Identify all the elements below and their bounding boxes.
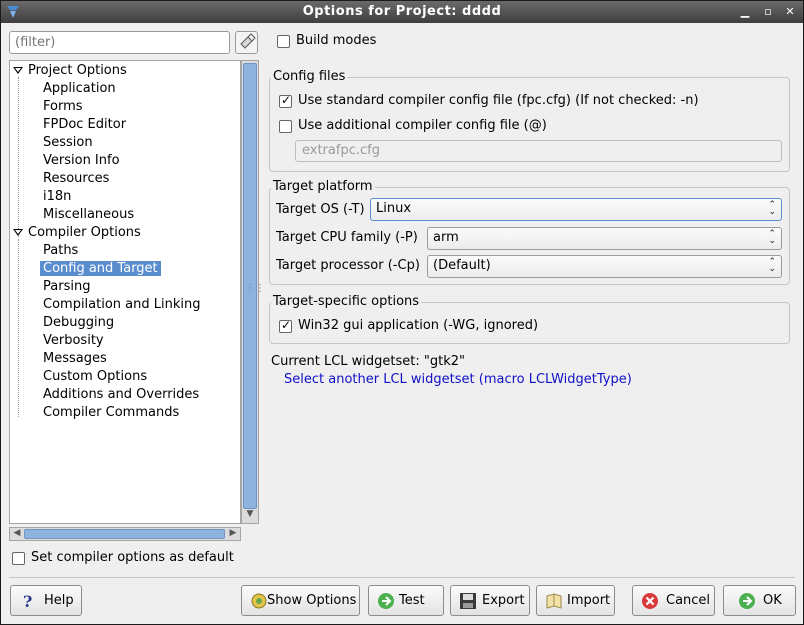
current-widgetset-label: Current LCL widgetset: "gtk2" [271, 354, 465, 369]
tree-item-config-and-target[interactable]: Config and Target [40, 260, 161, 277]
test-button[interactable]: Test [368, 585, 444, 616]
tree-item-resources[interactable]: Resources [43, 170, 109, 187]
target-processor-label: Target processor (-Cp) [276, 258, 420, 273]
options-tree[interactable]: Project Options Application Forms FPDoc … [9, 60, 241, 524]
scroll-left-arrow-icon[interactable]: ◀ [10, 527, 24, 541]
show-options-label: Show Options [267, 593, 357, 608]
svg-text:?: ? [23, 592, 32, 610]
cancel-icon [642, 593, 658, 609]
tree-item-verbosity[interactable]: Verbosity [43, 332, 104, 349]
title-bar: Options for Project: dddd ▁ ▫ ✕ [1, 1, 803, 23]
target-cpu-label: Target CPU family (-P) [276, 230, 418, 245]
tree-item-parsing[interactable]: Parsing [43, 278, 90, 295]
target-specific-title: Target-specific options [271, 294, 422, 309]
tree-item-messages[interactable]: Messages [43, 350, 107, 367]
cancel-button-label: Cancel [666, 593, 711, 608]
gear-icon [251, 593, 267, 609]
tree-group-compiler-options[interactable]: Compiler Options [28, 224, 141, 241]
set-default-label: Set compiler options as default [31, 550, 234, 565]
ok-button-label: OK [763, 593, 782, 608]
maximize-icon[interactable]: ▫ [760, 4, 776, 20]
splitter-grip-icon[interactable]: ⋮⋮ [245, 283, 265, 299]
use-standard-config-checkbox[interactable] [279, 93, 292, 108]
expanded-triangle-icon[interactable] [13, 67, 23, 74]
target-os-select[interactable]: Linux ⌃ ⌄ [370, 198, 782, 221]
select-widgetset-link[interactable]: Select another LCL widgetset (macro LCLW… [284, 372, 632, 387]
tree-item-custom-options[interactable]: Custom Options [43, 368, 147, 385]
filter-input[interactable] [9, 31, 230, 54]
help-button-label: Help [44, 593, 74, 608]
target-os-label: Target OS (-T) [276, 202, 365, 217]
expanded-triangle-icon[interactable] [13, 229, 23, 236]
minimize-icon[interactable]: ▁ [737, 4, 753, 20]
arrow-right-icon [378, 593, 394, 609]
config-files-title: Config files [271, 69, 348, 84]
arrow-right-icon [739, 593, 755, 609]
scroll-right-arrow-icon[interactable]: ▶ [226, 527, 240, 541]
tree-item-i18n[interactable]: i18n [43, 188, 71, 205]
options-dialog: Options for Project: dddd ▁ ▫ ✕ Project … [0, 0, 804, 625]
tree-item-fpdoc-editor[interactable]: FPDoc Editor [43, 116, 126, 133]
ok-button[interactable]: OK [723, 585, 796, 616]
export-button[interactable]: Export [450, 585, 530, 616]
updown-arrows-icon: ⌃ ⌄ [768, 200, 776, 217]
tree-item-session[interactable]: Session [43, 134, 93, 151]
close-window-icon[interactable]: ✕ [782, 4, 798, 20]
target-cpu-select[interactable]: arm ⌃ ⌄ [427, 227, 782, 250]
open-book-icon [546, 593, 562, 609]
tree-item-version-info[interactable]: Version Info [43, 152, 120, 169]
tree-item-miscellaneous[interactable]: Miscellaneous [43, 206, 134, 223]
updown-arrows-icon: ⌃ ⌄ [768, 229, 776, 246]
tree-item-forms[interactable]: Forms [43, 98, 83, 115]
floppy-disk-icon [460, 593, 476, 609]
tree-connector [18, 239, 19, 417]
target-processor-select[interactable]: (Default) ⌃ ⌄ [427, 255, 782, 278]
additional-config-field[interactable]: extrafpc.cfg [295, 140, 782, 162]
build-modes-label: Build modes [296, 33, 377, 48]
button-bar-divider [9, 577, 795, 578]
tree-group-project-options[interactable]: Project Options [28, 62, 127, 79]
broom-icon [240, 33, 256, 49]
tree-connector [18, 77, 19, 237]
import-button-label: Import [567, 593, 611, 608]
build-modes-checkbox[interactable] [277, 35, 290, 48]
clear-filter-button[interactable] [235, 31, 258, 54]
win32-gui-label: Win32 gui application (-WG, ignored) [298, 318, 539, 333]
target-platform-title: Target platform [271, 179, 375, 194]
win32-gui-checkbox[interactable] [279, 318, 292, 333]
show-options-button[interactable]: Show Options [241, 585, 360, 616]
target-processor-value: (Default) [433, 258, 491, 273]
help-icon: ? [23, 592, 32, 610]
tree-item-paths[interactable]: Paths [43, 242, 78, 259]
tree-item-additions-and-overrides[interactable]: Additions and Overrides [43, 386, 199, 403]
scrollbar-thumb[interactable] [24, 529, 225, 539]
test-button-label: Test [399, 593, 425, 608]
tree-item-debugging[interactable]: Debugging [43, 314, 114, 331]
use-standard-config-label: Use standard compiler config file (fpc.c… [298, 93, 699, 108]
scroll-down-arrow-icon[interactable]: ▼ [243, 508, 257, 522]
cancel-button[interactable]: Cancel [632, 585, 715, 616]
help-button[interactable]: ? Help [10, 585, 82, 616]
tree-item-compiler-commands[interactable]: Compiler Commands [43, 404, 179, 421]
use-additional-config-checkbox[interactable] [279, 120, 292, 133]
tree-item-compilation-and-linking[interactable]: Compilation and Linking [43, 296, 201, 313]
target-cpu-value: arm [433, 230, 459, 245]
import-button[interactable]: Import [536, 585, 615, 616]
export-button-label: Export [482, 593, 525, 608]
tree-item-application[interactable]: Application [43, 80, 116, 97]
tree-horizontal-scrollbar[interactable]: ◀ ▶ [9, 527, 241, 541]
target-os-value: Linux [376, 201, 412, 216]
updown-arrows-icon: ⌃ ⌄ [768, 257, 776, 274]
window-title: Options for Project: dddd [302, 4, 502, 19]
use-additional-config-label: Use additional compiler config file (@) [298, 118, 547, 133]
set-default-checkbox[interactable] [12, 552, 25, 565]
